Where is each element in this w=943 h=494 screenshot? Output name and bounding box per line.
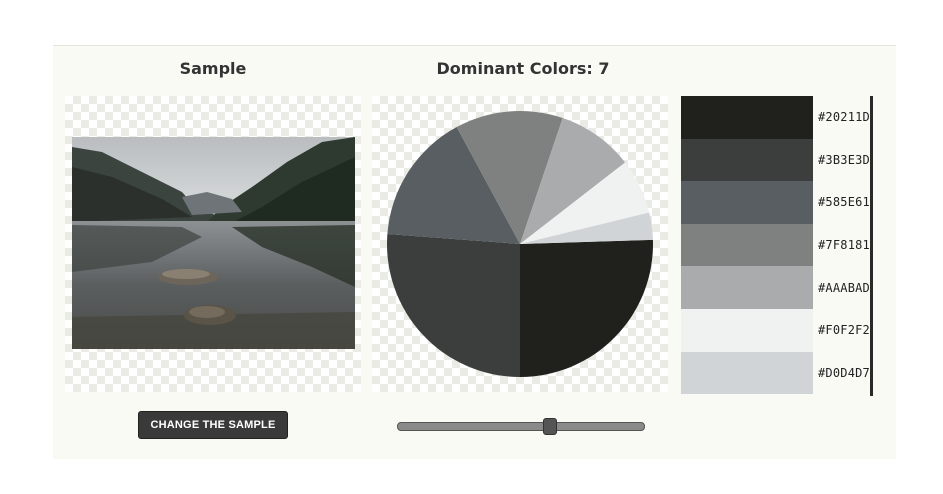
- color-hex-label: #D0D4D7: [818, 365, 870, 380]
- palette-row[interactable]: #7F8181: [681, 223, 883, 267]
- color-hex-label: #20211D: [818, 110, 870, 125]
- color-swatch[interactable]: [681, 181, 813, 224]
- color-hex-label: #F0F2F2: [818, 323, 870, 338]
- sample-image-area: [65, 96, 361, 392]
- color-hex-label: #3B3E3D: [818, 152, 870, 167]
- color-swatch[interactable]: [681, 223, 813, 267]
- palette-scrollbar[interactable]: [870, 96, 873, 396]
- color-swatch[interactable]: [681, 96, 813, 139]
- color-swatch[interactable]: [681, 308, 813, 352]
- sample-heading: Sample: [179, 59, 247, 78]
- color-palette-list: #20211D #3B3E3D #585E61 #7F8181 #AAABAD #F0F2…: [681, 96, 883, 396]
- pie-slice: [520, 239, 653, 377]
- palette-row[interactable]: #AAABAD: [681, 266, 883, 309]
- slider-thumb[interactable]: [543, 418, 558, 435]
- dominant-colors-pie-chart: [387, 111, 653, 377]
- slider-track[interactable]: [397, 422, 645, 431]
- palette-row[interactable]: #D0D4D7: [681, 351, 883, 395]
- dominant-colors-heading: Dominant Colors: 7: [436, 59, 610, 78]
- pie-slice: [387, 233, 520, 377]
- palette-row[interactable]: #20211D: [681, 96, 883, 139]
- palette-row[interactable]: #585E61: [681, 181, 883, 224]
- color-swatch[interactable]: [681, 266, 813, 309]
- color-count-slider[interactable]: [397, 418, 645, 435]
- color-swatch[interactable]: [681, 351, 813, 395]
- color-hex-label: #AAABAD: [818, 280, 870, 295]
- palette-row[interactable]: #F0F2F2: [681, 308, 883, 352]
- sample-photo: [72, 137, 355, 349]
- palette-row[interactable]: #3B3E3D: [681, 138, 883, 182]
- color-hex-label: #585E61: [818, 195, 870, 210]
- color-extractor-panel: Sample Dominant Colors: 7 #20211D #3B3E3…: [53, 45, 896, 459]
- pie-chart-area: [372, 96, 668, 392]
- color-hex-label: #7F8181: [818, 238, 870, 253]
- change-sample-button[interactable]: CHANGE THE SAMPLE: [138, 411, 288, 439]
- color-swatch[interactable]: [681, 138, 813, 182]
